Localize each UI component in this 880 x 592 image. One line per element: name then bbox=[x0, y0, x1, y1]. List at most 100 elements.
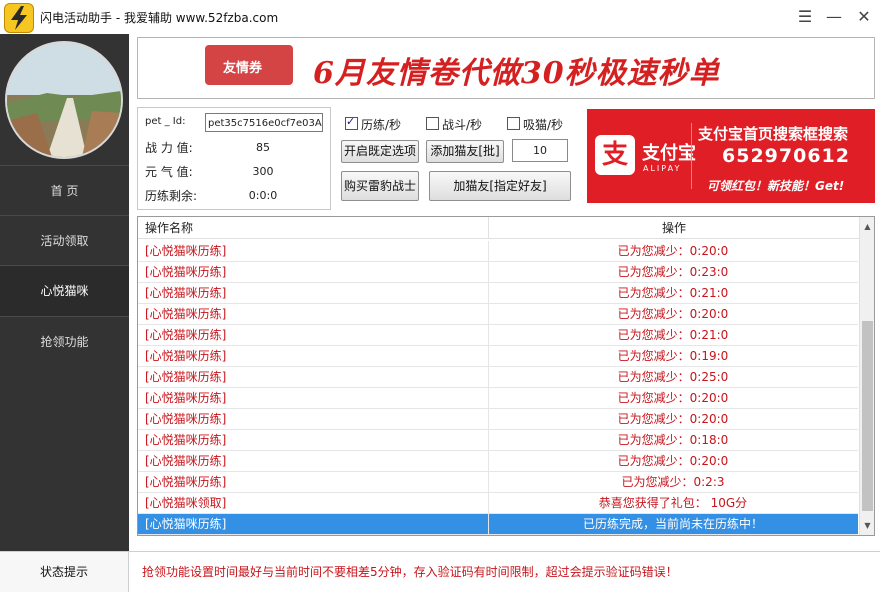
row-operation-name: [心悦猫咪历练] bbox=[145, 349, 227, 363]
scroll-thumb[interactable] bbox=[862, 321, 873, 511]
row-operation-result: 已为您减少：0:18:0 bbox=[617, 433, 729, 447]
remaining-label: 历练剩余: bbox=[145, 189, 198, 203]
table-row[interactable]: [心悦猫咪历练] 已为您减少：0:19:0 bbox=[138, 346, 858, 367]
buy-button[interactable]: 购买雷豹战士 bbox=[341, 171, 419, 201]
column-header-name[interactable]: 操作名称 bbox=[138, 217, 489, 239]
row-operation-name: [心悦猫咪历练] bbox=[145, 328, 227, 342]
row-operation-result: 已历练完成，当前尚未在历练中！ bbox=[582, 517, 763, 531]
column-divider bbox=[488, 409, 489, 430]
row-operation-result: 已为您减少：0:23:0 bbox=[617, 265, 729, 279]
sidebar-item-activity[interactable]: 活动领取 bbox=[0, 215, 129, 266]
status-bar: 状态提示 抢领功能设置时间最好与当前时间不要相差5分钟，存入验证码有时间限制，超… bbox=[0, 551, 880, 592]
column-divider bbox=[488, 283, 489, 304]
pet-id-field[interactable]: pet35c7516e0cf7e03A bbox=[205, 113, 323, 132]
avatar bbox=[5, 41, 123, 159]
row-operation-name: [心悦猫咪历练] bbox=[145, 454, 227, 468]
energy-value: 300 bbox=[252, 165, 274, 178]
log-table: 操作名称 操作 [心悦猫咪历练] 已为您减少：0:20:0 [心悦猫咪历练] 已为您减… bbox=[137, 216, 875, 536]
train-checkbox-label: 历练/秒 bbox=[361, 118, 402, 132]
column-divider bbox=[488, 325, 489, 346]
column-header-action[interactable]: 操作 bbox=[489, 217, 859, 239]
ticket-label: 友情券 bbox=[223, 61, 263, 76]
column-divider bbox=[488, 451, 489, 472]
row-operation-result: 恭喜您获得了礼包： 10G分 bbox=[598, 496, 748, 510]
table-row[interactable]: [心悦猫咪历练] 已为您减少：0:18:0 bbox=[138, 430, 858, 451]
column-divider bbox=[488, 241, 489, 262]
row-operation-result: 已为您减少：0:20:0 bbox=[617, 244, 729, 258]
combat-value: 85 bbox=[256, 141, 270, 154]
status-message: 抢领功能设置时间最好与当前时间不要相差5分钟，存入验证码有时间限制，超过会提示验… bbox=[142, 565, 678, 579]
row-operation-name: [心悦猫咪历练] bbox=[145, 244, 227, 258]
table-row[interactable]: [心悦猫咪历练] 已为您减少：0:20:0 bbox=[138, 409, 858, 430]
add-friend-button[interactable]: 加猫友[指定好友] bbox=[429, 171, 571, 201]
table-row[interactable]: [心悦猫咪历练] 已为您减少：0:20:0 bbox=[138, 451, 858, 472]
preset-options-button[interactable]: 开启既定选项 bbox=[341, 140, 419, 163]
promo-banner[interactable]: 友情券 6月友情卷代做30秒极速秒单 bbox=[137, 37, 875, 99]
sidebar-item-cat[interactable]: 心悦猫咪 bbox=[0, 265, 129, 316]
batch-count-input[interactable]: 10 bbox=[512, 139, 568, 162]
column-divider bbox=[488, 472, 489, 493]
restore-menu-icon[interactable]: ☰ bbox=[794, 6, 816, 28]
table-row[interactable]: [心悦猫咪历练] 已为您减少：0:23:0 bbox=[138, 262, 858, 283]
ticket-icon: 友情券 bbox=[205, 45, 293, 85]
pet-info-panel: pet _ Id: pet35c7516e0cf7e03A 战 力 值: 85 … bbox=[137, 107, 331, 210]
row-operation-name: [心悦猫咪历练] bbox=[145, 286, 227, 300]
row-operation-name: [心悦猫咪历练] bbox=[145, 391, 227, 405]
row-operation-result: 已为您减少：0:19:0 bbox=[617, 349, 729, 363]
fight-checkbox[interactable]: 战斗/秒 bbox=[426, 116, 482, 133]
column-divider bbox=[488, 367, 489, 388]
column-divider bbox=[488, 346, 489, 367]
window-title: 闪电活动助手 - 我爱辅助 www.52fzba.com bbox=[40, 11, 279, 25]
minimize-button[interactable]: — bbox=[823, 6, 845, 28]
absorb-checkbox-label: 吸猫/秒 bbox=[523, 118, 564, 132]
scroll-down-icon[interactable]: ▼ bbox=[860, 518, 874, 533]
table-row[interactable]: [心悦猫咪历练] 已为您减少：0:21:0 bbox=[138, 283, 858, 304]
alipay-logo-icon: 支 bbox=[595, 135, 635, 175]
add-batch-button[interactable]: 添加猫友[批] bbox=[426, 140, 504, 163]
table-row[interactable]: [心悦猫咪历练] 已为您减少：0:2:3 bbox=[138, 472, 858, 493]
checkbox-checked-icon bbox=[345, 115, 358, 130]
ad-title: 支付宝首页搜索框搜索 bbox=[698, 125, 849, 143]
sidebar-item-home[interactable]: 首 页 bbox=[0, 165, 129, 216]
remaining-value: 0:0:0 bbox=[248, 189, 278, 202]
pet-id-label: pet _ Id: bbox=[145, 116, 186, 127]
scrollbar[interactable]: ▲ ▼ bbox=[859, 217, 874, 535]
row-operation-name: [心悦猫咪领取] bbox=[145, 496, 227, 510]
lightning-app-icon bbox=[4, 3, 34, 33]
row-operation-result: 已为您减少：0:21:0 bbox=[617, 328, 729, 342]
train-checkbox[interactable]: 历练/秒 bbox=[345, 115, 402, 133]
absorb-checkbox[interactable]: 吸猫/秒 bbox=[507, 116, 563, 133]
column-divider bbox=[488, 388, 489, 409]
table-row[interactable]: [心悦猫咪历练] 已历练完成，当前尚未在历练中！ bbox=[138, 514, 858, 535]
divider bbox=[691, 123, 692, 189]
table-row[interactable]: [心悦猫咪历练] 已为您减少：0:20:0 bbox=[138, 241, 858, 262]
row-operation-result: 已为您减少：0:20:0 bbox=[617, 391, 729, 405]
table-row[interactable]: [心悦猫咪领取] 恭喜您获得了礼包： 10G分 bbox=[138, 493, 858, 514]
row-operation-result: 已为您减少：0:20:0 bbox=[617, 412, 729, 426]
alipay-brand: 支付宝 bbox=[642, 143, 696, 164]
scroll-up-icon[interactable]: ▲ bbox=[860, 219, 874, 234]
column-divider bbox=[488, 304, 489, 325]
table-row[interactable]: [心悦猫咪历练] 已为您减少：0:20:0 bbox=[138, 388, 858, 409]
row-operation-result: 已为您减少：0:2:3 bbox=[621, 475, 725, 489]
sidebar-item-grab[interactable]: 抢领功能 bbox=[0, 316, 129, 367]
table-row[interactable]: [心悦猫咪历练] 已为您减少：0:25:0 bbox=[138, 367, 858, 388]
close-button[interactable]: ✕ bbox=[853, 6, 875, 28]
energy-label: 元 气 值: bbox=[145, 165, 193, 179]
row-operation-name: [心悦猫咪历练] bbox=[145, 433, 227, 447]
table-row[interactable]: [心悦猫咪历练] 已为您减少：0:21:0 bbox=[138, 325, 858, 346]
checkbox-icon bbox=[426, 117, 439, 130]
column-divider bbox=[488, 262, 489, 283]
sidebar: 首 页 活动领取 心悦猫咪 抢领功能 bbox=[0, 34, 129, 551]
combat-label: 战 力 值: bbox=[145, 141, 193, 155]
row-operation-result: 已为您减少：0:20:0 bbox=[617, 307, 729, 321]
checkbox-icon bbox=[507, 117, 520, 130]
title-bar: 闪电活动助手 - 我爱辅助 www.52fzba.com ☰ — ✕ bbox=[0, 0, 880, 34]
alipay-brand-en: ALIPAY bbox=[643, 164, 682, 173]
fight-checkbox-label: 战斗/秒 bbox=[442, 118, 483, 132]
table-row[interactable]: [心悦猫咪历练] 已为您减少：0:20:0 bbox=[138, 304, 858, 325]
ad-promo: 可领红包！新技能！Get! bbox=[707, 179, 845, 193]
row-operation-name: [心悦猫咪历练] bbox=[145, 517, 227, 531]
row-operation-result: 已为您减少：0:21:0 bbox=[617, 286, 729, 300]
alipay-ad[interactable]: 支 支付宝 ALIPAY 支付宝首页搜索框搜索 652970612 可领红包！新… bbox=[587, 109, 875, 203]
